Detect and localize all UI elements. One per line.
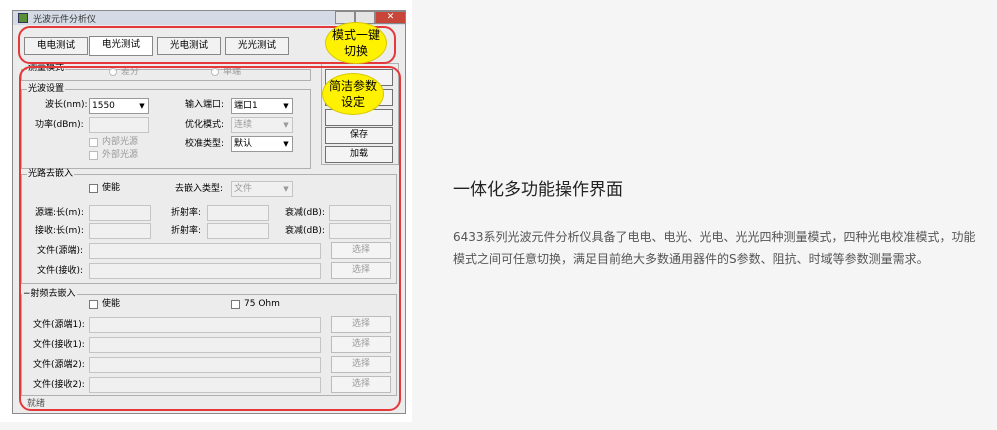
mode-switch-callout: 模式一键切换 [325,22,387,64]
screenshot-panel: 光波元件分析仪 ✕ 电电测试 电光测试 光电测试 光光测试 测量模式 差分 单端… [0,0,412,422]
params-highlight-ring [19,66,401,411]
close-button[interactable]: ✕ [375,11,406,24]
app-icon [18,13,28,23]
window-title: 光波元件分析仪 [33,15,97,25]
side-description: 6433系列光波元件分析仪具备了电电、电光、光电、光光四种测量模式，四种光电校准… [453,230,976,266]
params-callout: 简洁参数设定 [322,73,384,115]
side-title: 一体化多功能操作界面 [453,180,623,200]
